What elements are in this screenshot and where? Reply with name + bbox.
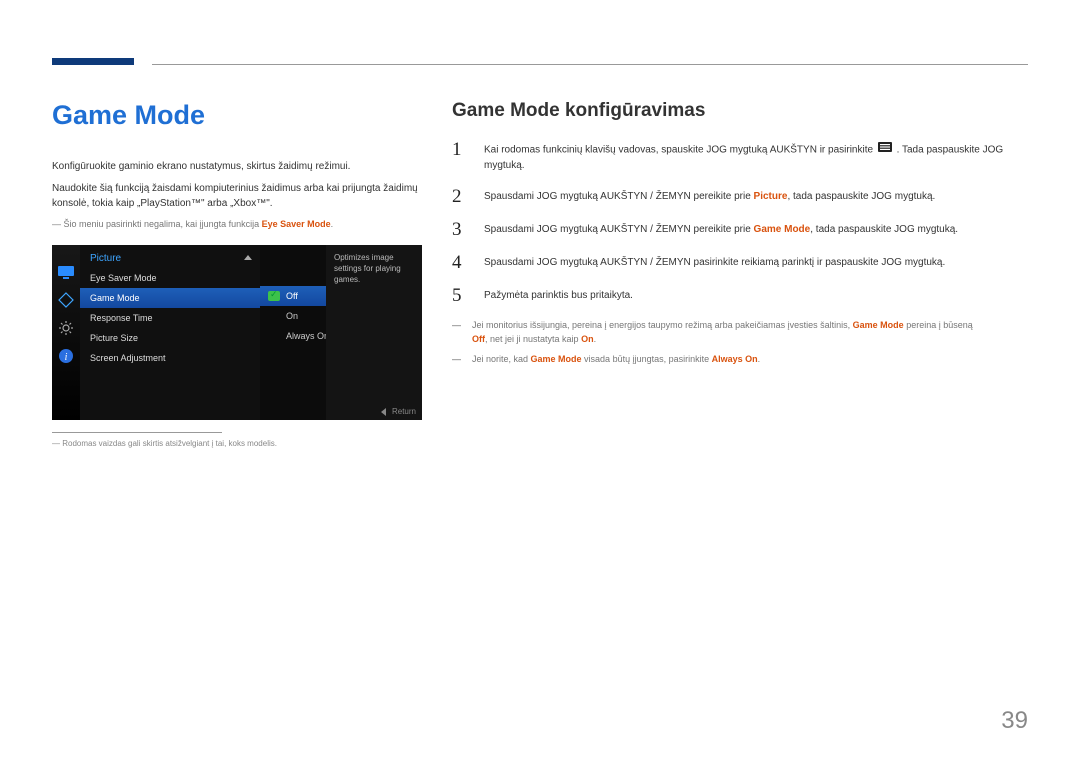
step-text: Spausdami JOG mygtuką AUKŠTYN / ŽEMYN pa… — [484, 253, 945, 271]
note-suf: . — [758, 354, 761, 364]
page-title: Game Mode — [52, 100, 422, 131]
step-number: 3 — [452, 220, 468, 239]
step-text: Pažymėta parinktis bus pritaikyta. — [484, 286, 633, 304]
page-content: Game Mode Konfigūruokite gaminio ekrano … — [0, 0, 1080, 448]
arrow-left-icon — [381, 408, 386, 416]
step-4: 4 Spausdami JOG mygtuką AUKŠTYN / ŽEMYN … — [452, 253, 1028, 272]
steps-list: 1 Kai rodomas funkcinių klavišų vadovas,… — [452, 140, 1028, 305]
configure-title: Game Mode konfigūravimas — [452, 100, 1028, 122]
page-number: 39 — [1001, 707, 1028, 735]
note-pre: Jei norite, kad — [472, 354, 531, 364]
step-number: 4 — [452, 253, 468, 272]
step-3: 3 Spausdami JOG mygtuką AUKŠTYN / ŽEMYN … — [452, 220, 1028, 239]
left-column: Game Mode Konfigūruokite gaminio ekrano … — [52, 100, 422, 448]
step-5: 5 Pažymėta parinktis bus pritaikyta. — [452, 286, 1028, 305]
note-suffix: . — [331, 219, 334, 229]
note-highlight: Eye Saver Mode — [262, 219, 331, 229]
osd-menu-header-text: Picture — [90, 253, 121, 264]
dash-icon: ― — [452, 319, 466, 347]
note-suf: . — [594, 334, 597, 344]
step-2: 2 Spausdami JOG mygtuką AUKŠTYN / ŽEMYN … — [452, 187, 1028, 206]
svg-text:i: i — [65, 352, 68, 363]
step-highlight: Picture — [754, 191, 788, 202]
osd-item-picture-size: Picture Size — [80, 328, 260, 348]
header-accent-bar — [52, 58, 134, 65]
diamond-icon — [56, 291, 76, 309]
step-text: Kai rodomas funkcinių klavišų vadovas, s… — [484, 140, 1028, 173]
intro-paragraph-2: Naudokite šią funkciją žaisdami kompiute… — [52, 181, 422, 212]
osd-menu-list: Picture Eye Saver Mode Game Mode Respons… — [80, 245, 260, 420]
osd-item-screen-adjustment: Screen Adjustment — [80, 348, 260, 368]
note-suf: , net jei ji nustatyta kaip — [485, 334, 581, 344]
notes-block: ― Jei monitorius išsijungia, pereina į e… — [452, 319, 1028, 367]
note-2: ― Jei norite, kad Game Mode visada būtų … — [452, 353, 1028, 367]
osd-item-response-time: Response Time — [80, 308, 260, 328]
dash-icon: ― — [452, 353, 466, 367]
note-mid: visada būtų įjungtas, pasirinkite — [582, 354, 712, 364]
step-text: Spausdami JOG mygtuką AUKŠTYN / ŽEMYN pe… — [484, 187, 935, 205]
step-text: Spausdami JOG mygtuką AUKŠTYN / ŽEMYN pe… — [484, 220, 958, 238]
step-text-suf: , tada paspauskite JOG mygtuką. — [810, 224, 958, 235]
step-text-suf: , tada paspauskite JOG mygtuką. — [787, 191, 935, 202]
step-text-pre: Kai rodomas funkcinių klavišų vadovas, s… — [484, 144, 876, 155]
menu-icon — [878, 142, 892, 158]
osd-item-game-mode: Game Mode — [80, 288, 260, 308]
info-icon: i — [56, 347, 76, 365]
step-text-pre: Spausdami JOG mygtuką AUKŠTYN / ŽEMYN pe… — [484, 224, 754, 235]
header-rule — [152, 64, 1028, 65]
step-number: 1 — [452, 140, 468, 159]
osd-footer: Return — [381, 407, 416, 416]
note-eye-saver: ― Šio meniu pasirinkti negalima, kai įju… — [52, 218, 422, 232]
right-column: Game Mode konfigūravimas 1 Kai rodomas f… — [452, 100, 1028, 448]
note-highlight: Always On — [712, 354, 758, 364]
arrow-up-icon — [244, 255, 252, 260]
note-highlight: On — [581, 334, 594, 344]
model-note: ― Rodomas vaizdas gali skirtis atsižvelg… — [52, 439, 422, 448]
step-1: 1 Kai rodomas funkcinių klavišų vadovas,… — [452, 140, 1028, 173]
step-text-pre: Spausdami JOG mygtuką AUKŠTYN / ŽEMYN pe… — [484, 191, 754, 202]
note-pre: Jei monitorius išsijungia, pereina į ene… — [472, 320, 853, 330]
step-number: 2 — [452, 187, 468, 206]
note-1: ― Jei monitorius išsijungia, pereina į e… — [452, 319, 1028, 347]
osd-tab-bar: i — [52, 245, 80, 420]
note-highlight: Off — [472, 334, 485, 344]
note-mid: pereina į būseną — [904, 320, 973, 330]
gear-icon — [56, 319, 76, 337]
footnote-divider — [52, 432, 222, 433]
osd-screenshot: i Picture Eye Saver Mode Game Mode Respo… — [52, 245, 422, 420]
step-number: 5 — [452, 286, 468, 305]
monitor-icon — [56, 263, 76, 281]
osd-item-eye-saver: Eye Saver Mode — [80, 268, 260, 288]
intro-paragraph-1: Konfigūruokite gaminio ekrano nustatymus… — [52, 159, 422, 175]
osd-return-label: Return — [392, 407, 416, 416]
note-text: Jei monitorius išsijungia, pereina į ene… — [472, 319, 1028, 347]
step-highlight: Game Mode — [754, 224, 811, 235]
osd-menu-header: Picture — [80, 245, 260, 268]
note-highlight: Game Mode — [531, 354, 582, 364]
note-text: ― Šio meniu pasirinkti negalima, kai įju… — [52, 219, 262, 229]
note-highlight: Game Mode — [853, 320, 904, 330]
osd-help-panel: Optimizes image settings for playing gam… — [326, 245, 422, 420]
note-text: Jei norite, kad Game Mode visada būtų įj… — [472, 353, 1028, 367]
